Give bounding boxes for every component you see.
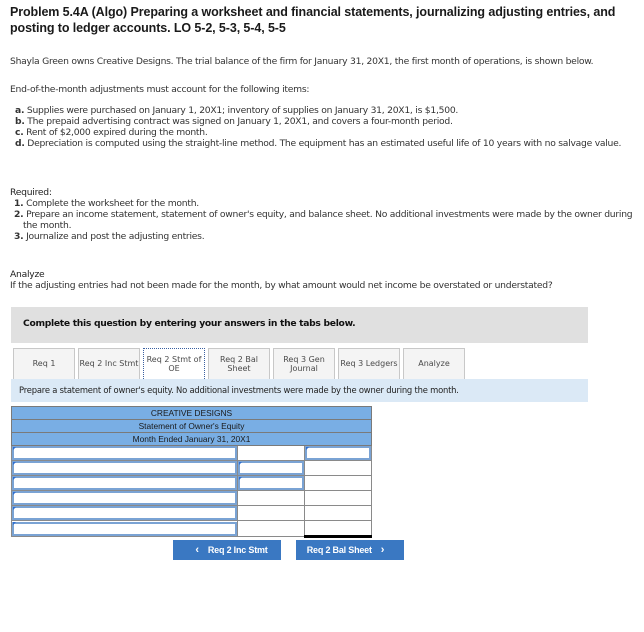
- tab-analyze[interactable]: Analyze: [403, 348, 465, 379]
- adjustment-item: d. Depreciation is computed using the st…: [15, 138, 635, 149]
- adjustments-heading: End-of-the-month adjustments must accoun…: [10, 84, 310, 95]
- table-row: [10, 445, 373, 461]
- required-text: Complete the worksheet for the month.: [26, 198, 199, 209]
- problem-intro: Shayla Green owns Creative Designs. The …: [10, 56, 594, 67]
- row-label-cell: [10, 475, 239, 491]
- required-number: 2.: [14, 209, 24, 220]
- prev-tab-button[interactable]: ‹ Req 2 Inc Stmt: [173, 540, 281, 560]
- table-row: [10, 505, 373, 521]
- row-right-cell: [303, 445, 373, 461]
- row-label-cell: [10, 490, 239, 506]
- adjustment-letter: a.: [15, 105, 25, 116]
- row-label-cell: [10, 505, 239, 521]
- table-row: [10, 475, 373, 491]
- table-row: [10, 460, 373, 476]
- statement-name: Statement of Owner's Equity: [11, 419, 372, 433]
- row-label-dropdown[interactable]: [12, 506, 238, 520]
- adjustment-item: a. Supplies were purchased on January 1,…: [15, 105, 635, 116]
- instructions-text: Complete this question by entering your …: [23, 318, 356, 329]
- tab-req-2-stmt-of-oe[interactable]: Req 2 Stmt of OE: [143, 348, 205, 379]
- row-label-dropdown[interactable]: [12, 461, 238, 475]
- row-mid-cell: [237, 445, 305, 461]
- required-item: 3. Journalize and post the adjusting ent…: [14, 231, 639, 242]
- adjustment-item: c. Rent of $2,000 expired during the mon…: [15, 127, 635, 138]
- required-item: 2. Prepare an income statement, statemen…: [14, 209, 639, 231]
- requirement-tabs: Req 1 Req 2 Inc Stmt Req 2 Stmt of OE Re…: [13, 348, 468, 379]
- row-label-dropdown[interactable]: [12, 491, 238, 505]
- adjustment-letter: c.: [15, 127, 24, 138]
- row-mid-cell: [237, 505, 305, 521]
- row-right-cell: [303, 460, 373, 476]
- instructions-box: Complete this question by entering your …: [11, 307, 588, 343]
- adjustment-letter: b.: [15, 116, 25, 127]
- tab-prompt-bar: Prepare a statement of owner's equity. N…: [11, 379, 588, 402]
- next-tab-label: Req 2 Bal Sheet: [306, 545, 372, 555]
- chevron-right-icon: ›: [380, 544, 385, 556]
- statement-of-owners-equity-table: CREATIVE DESIGNS Statement of Owner's Eq…: [10, 406, 373, 538]
- required-number: 3.: [14, 231, 24, 242]
- tab-req-3-gen-journal[interactable]: Req 3 Gen Journal: [273, 348, 335, 379]
- row-label-cell: [10, 460, 239, 476]
- row-right-cell: [303, 520, 373, 538]
- row-label-dropdown[interactable]: [12, 446, 238, 460]
- adjustment-text: Supplies were purchased on January 1, 20…: [26, 105, 459, 116]
- adjustments-list: a. Supplies were purchased on January 1,…: [15, 105, 635, 149]
- next-tab-button[interactable]: Req 2 Bal Sheet ›: [296, 540, 404, 560]
- required-list: 1. Complete the worksheet for the month.…: [14, 198, 639, 242]
- statement-period: Month Ended January 31, 20X1: [11, 432, 372, 446]
- chevron-left-icon: ‹: [195, 544, 199, 556]
- row-right-cell: [303, 490, 373, 506]
- row-mid-cell: [237, 475, 305, 491]
- analyze-text: If the adjusting entries had not been ma…: [10, 280, 553, 291]
- row-label-dropdown[interactable]: [12, 476, 238, 490]
- row-mid-cell: [237, 490, 305, 506]
- analyze-heading: Analyze: [10, 269, 45, 280]
- tab-req-2-inc-stmt[interactable]: Req 2 Inc Stmt: [78, 348, 140, 379]
- row-mid-cell: [237, 520, 305, 537]
- required-text: Journalize and post the adjusting entrie…: [26, 231, 205, 242]
- table-row: [10, 520, 373, 538]
- required-heading: Required:: [10, 187, 52, 198]
- tab-prompt-text: Prepare a statement of owner's equity. N…: [19, 385, 459, 395]
- row-label-cell: [10, 520, 239, 537]
- row-right-cell: [303, 475, 373, 491]
- adjustment-item: b. The prepaid advertising contract was …: [15, 116, 635, 127]
- tab-req-2-bal-sheet[interactable]: Req 2 Bal Sheet: [208, 348, 270, 379]
- prev-tab-label: Req 2 Inc Stmt: [207, 545, 268, 555]
- row-right-input[interactable]: [304, 446, 371, 460]
- adjustment-letter: d.: [15, 138, 25, 149]
- adjustment-text: Depreciation is computed using the strai…: [27, 138, 622, 149]
- row-mid-input[interactable]: [238, 461, 304, 475]
- adjustment-text: Rent of $2,000 expired during the month.: [26, 127, 208, 138]
- row-label-cell: [10, 445, 239, 461]
- statement-company: CREATIVE DESIGNS: [11, 406, 372, 420]
- tab-req-1[interactable]: Req 1: [13, 348, 75, 379]
- required-number: 1.: [14, 198, 24, 209]
- required-item: 1. Complete the worksheet for the month.: [14, 198, 639, 209]
- adjustment-text: The prepaid advertising contract was sig…: [27, 116, 453, 127]
- row-right-cell: [303, 505, 373, 521]
- row-mid-input[interactable]: [238, 476, 304, 490]
- row-mid-cell: [237, 460, 305, 476]
- table-row: [10, 490, 373, 506]
- row-label-dropdown[interactable]: [12, 521, 238, 536]
- problem-title: Problem 5.4A (Algo) Preparing a workshee…: [10, 5, 616, 35]
- tab-req-3-ledgers[interactable]: Req 3 Ledgers: [338, 348, 400, 379]
- required-text: Prepare an income statement, statement o…: [23, 209, 633, 231]
